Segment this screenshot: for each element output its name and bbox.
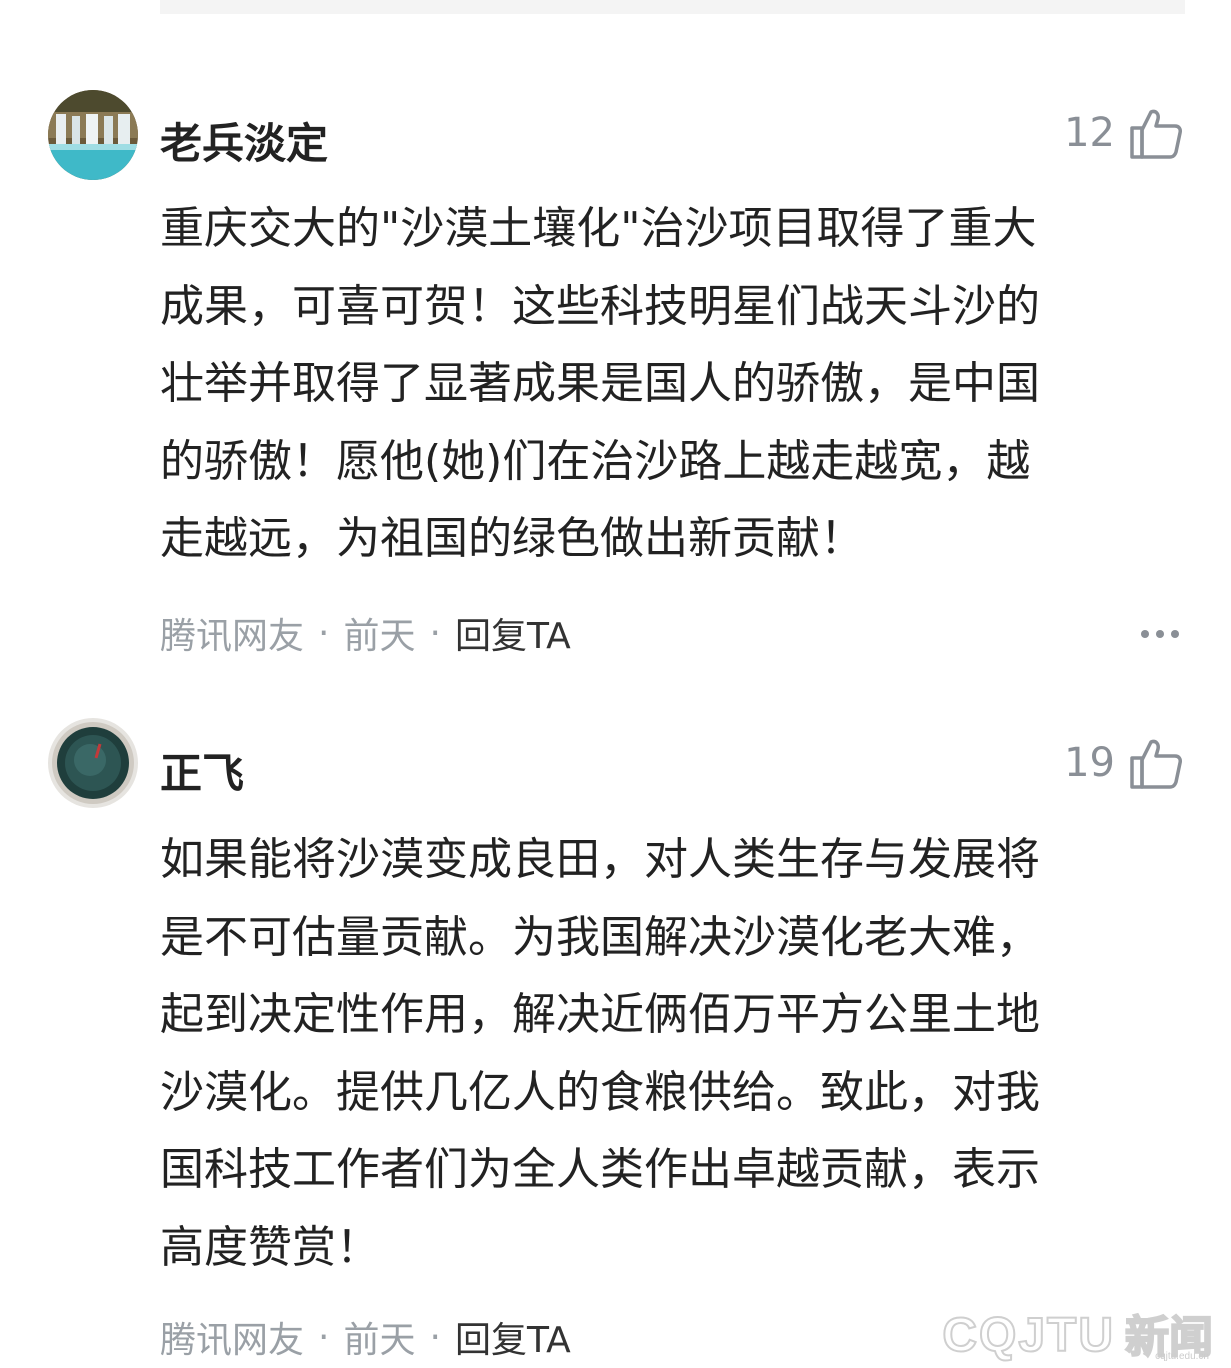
comment-line: 高度赞赏！	[160, 1221, 380, 1273]
comment-line: 起到决定性作用，解决近俩佰万平方公里土地	[160, 989, 1040, 1040]
like-button[interactable]: 12	[1064, 106, 1183, 160]
like-count: 19	[1064, 740, 1115, 786]
username[interactable]: 正飞	[160, 740, 244, 801]
comment-line: 如果能将沙漠变成良田，对人类生存与发展将	[160, 834, 1040, 885]
thumbs-up-icon[interactable]	[1129, 106, 1183, 160]
avatar-bowl-image	[48, 718, 138, 808]
avatar[interactable]	[48, 90, 138, 180]
meta-separator: ·	[318, 612, 330, 654]
comment-line: 国科技工作者们为全人类作出卓越贡献，表示	[160, 1144, 1040, 1195]
comment-source: 腾讯网友	[160, 616, 305, 657]
reply-button[interactable]: 回复TA	[455, 1311, 571, 1363]
comment-line: 壮举并取得了显著成果是国人的骄傲，是中国	[160, 358, 1040, 409]
watermark-url: cqjtu.edu.cn	[1155, 1351, 1209, 1362]
comment-line: 走越远，为祖国的绿色做出新贡献！	[160, 513, 864, 564]
watermark-logo: CQJTU	[941, 1309, 1115, 1362]
avatar-waterfall-image	[48, 90, 138, 180]
more-dots-icon[interactable]	[1139, 628, 1181, 640]
comment-line: 是不可估量贡献。为我国解决沙漠化老大难，	[160, 911, 1040, 963]
meta-separator: ·	[318, 1316, 330, 1358]
meta-separator: ·	[429, 1316, 441, 1358]
like-count: 12	[1064, 110, 1115, 156]
thumbs-up-icon[interactable]	[1129, 736, 1183, 790]
watermark: CQJTU 新闻 cqjtu.edu.cn	[941, 1309, 1214, 1363]
comment-line: 沙漠化。提供几亿人的食粮供给。致此，对我	[160, 1066, 1040, 1118]
comment-text: 重庆交大的"沙漠土壤化"治沙项目取得了重大 成果，可喜可贺！这些科技明星们战天斗…	[160, 190, 1185, 578]
comment-time: 前天	[343, 616, 416, 657]
comment-line: 成果，可喜可贺！这些科技明星们战天斗沙的	[160, 280, 1040, 332]
username[interactable]: 老兵淡定	[160, 110, 328, 171]
comment-source: 腾讯网友	[160, 1320, 305, 1361]
comment-meta: 腾讯网友 · 前天 · 回复TA	[160, 607, 571, 659]
reply-button[interactable]: 回复TA	[455, 607, 571, 659]
comment-line: 的骄傲！愿他(她)们在治沙路上越走越宽，越	[160, 435, 1031, 487]
like-button[interactable]: 19	[1064, 736, 1183, 790]
avatar[interactable]	[48, 718, 138, 808]
meta-separator: ·	[429, 612, 441, 654]
top-divider	[160, 0, 1185, 14]
comment-line: 重庆交大的"沙漠土壤化"治沙项目取得了重大	[160, 203, 1037, 254]
comment-text: 如果能将沙漠变成良田，对人类生存与发展将 是不可估量贡献。为我国解决沙漠化老大难…	[160, 821, 1185, 1286]
comment-meta: 腾讯网友 · 前天 · 回复TA	[160, 1311, 571, 1363]
comment-time: 前天	[343, 1320, 416, 1361]
